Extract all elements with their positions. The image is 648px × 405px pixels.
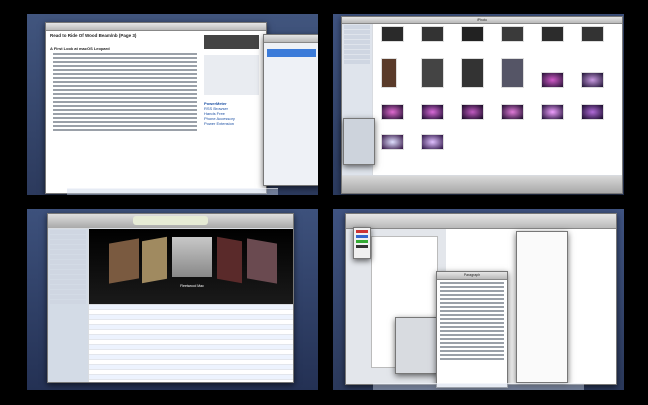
sidebar-box [204, 55, 259, 95]
photo-thumb[interactable] [421, 134, 444, 150]
photo-thumb[interactable] [581, 72, 604, 88]
photo-thumb[interactable] [461, 104, 484, 120]
info-panel [343, 118, 375, 165]
screenshot-quadrant-safari: Read to Ride Of Wood Beam/nb (Page 3) A … [27, 14, 318, 195]
photo-thumb[interactable] [581, 104, 604, 120]
paragraph-palette-titlebar: Paragraph [437, 272, 507, 280]
album-cover[interactable] [247, 238, 277, 284]
sidebar-label-4[interactable]: Power Extension [204, 121, 259, 126]
photo-thumb[interactable] [461, 26, 484, 42]
keypad-palette[interactable] [395, 317, 439, 374]
background-window-toolbar [264, 35, 318, 43]
article-sidebar: PowerMeter RSS Browser Hands Free Phone … [204, 35, 259, 126]
album-cover-center[interactable] [172, 237, 212, 277]
dock [373, 383, 584, 390]
photo-thumb[interactable] [421, 104, 444, 120]
article-title: Read to Ride Of Wood Beam/nb (Page 3) [50, 33, 137, 38]
browser-window: Read to Ride Of Wood Beam/nb (Page 3) A … [45, 22, 267, 194]
ad-image [204, 35, 259, 49]
inspector-panel[interactable] [516, 231, 568, 383]
iphoto-window: iPhoto [341, 16, 623, 194]
photo-thumb[interactable] [381, 104, 404, 120]
album-cover[interactable] [142, 236, 167, 284]
article-text [50, 53, 200, 131]
photo-thumb[interactable] [381, 134, 404, 150]
photo-thumb[interactable] [461, 58, 484, 88]
track-list [89, 305, 293, 382]
cover-flow[interactable]: Fleetwood Mac [89, 229, 293, 304]
lcd-display [133, 216, 208, 225]
photo-thumb[interactable] [381, 58, 397, 88]
now-playing-label: Fleetwood Mac [180, 284, 204, 288]
photo-thumb[interactable] [421, 26, 444, 42]
photo-thumb[interactable] [501, 58, 524, 88]
photo-thumb[interactable] [381, 26, 404, 42]
iphoto-title: iPhoto [477, 18, 487, 22]
background-window [263, 34, 318, 186]
dock [67, 188, 278, 195]
paragraph-palette-title: Paragraph [463, 273, 481, 277]
document-toolbar [346, 214, 616, 229]
album-cover[interactable] [217, 236, 242, 284]
album-cover[interactable] [109, 238, 139, 284]
photo-thumb[interactable] [541, 72, 564, 88]
table-row[interactable] [89, 375, 293, 380]
screenshot-quadrant-pages: Paragraph [333, 209, 624, 390]
itunes-window: Fleetwood Mac [47, 213, 294, 383]
screenshot-quadrant-itunes: Fleetwood Mac [27, 209, 318, 390]
itunes-source-list [48, 229, 88, 382]
paragraph-palette: Paragraph [436, 271, 508, 388]
iphoto-bottom-toolbar [342, 176, 622, 193]
article-content: Read to Ride Of Wood Beam/nb (Page 3) A … [50, 33, 200, 133]
photo-thumb[interactable] [541, 104, 564, 120]
photo-thumb[interactable] [501, 104, 524, 120]
photo-thumb[interactable] [541, 26, 564, 42]
photo-thumb[interactable] [421, 58, 444, 88]
color-palette[interactable] [353, 227, 371, 259]
style-list[interactable] [437, 282, 507, 360]
screenshot-quadrant-iphoto: iPhoto [333, 14, 624, 195]
photo-thumb[interactable] [581, 26, 604, 42]
section-title: A First Look at macOS Leopard [50, 46, 110, 51]
photo-thumb[interactable] [501, 26, 524, 42]
iphoto-titlebar: iPhoto [342, 17, 622, 24]
photo-grid [373, 24, 622, 175]
browser-toolbar [46, 23, 266, 31]
itunes-toolbar [48, 214, 293, 228]
blue-button[interactable] [267, 49, 316, 57]
